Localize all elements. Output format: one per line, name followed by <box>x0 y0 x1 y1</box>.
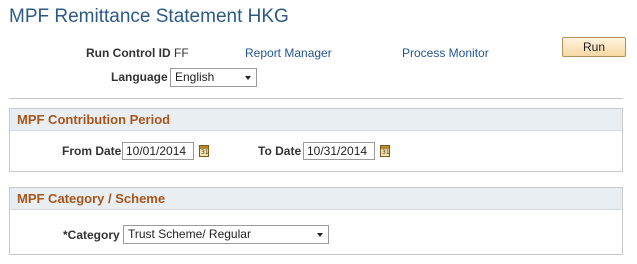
calendar-icon[interactable]: 31 <box>380 145 390 157</box>
run-button-label: Run <box>582 40 605 54</box>
report-manager-link[interactable]: Report Manager <box>245 46 332 60</box>
run-control-id-value: FF <box>174 46 189 60</box>
divider <box>9 98 623 99</box>
contribution-period-header: MPF Contribution Period <box>10 109 622 131</box>
from-date-input[interactable]: 10/01/2014 <box>122 142 194 160</box>
calendar-icon[interactable]: 31 <box>199 145 209 157</box>
category-select-value: Trust Scheme/ Regular <box>128 227 251 241</box>
chevron-down-icon <box>245 76 251 80</box>
to-date-input[interactable]: 10/31/2014 <box>303 142 375 160</box>
contribution-period-group: MPF Contribution Period <box>9 108 623 172</box>
calendar-icon-glyph: 31 <box>382 149 390 156</box>
chevron-down-icon <box>317 233 323 237</box>
language-select[interactable]: English <box>170 68 257 87</box>
category-label: *Category <box>63 228 120 242</box>
contribution-period-title: MPF Contribution Period <box>17 112 171 127</box>
run-button[interactable]: Run <box>562 37 626 57</box>
run-control-id-label: Run Control ID <box>86 46 171 60</box>
from-date-label: From Date <box>62 144 122 158</box>
category-scheme-title: MPF Category / Scheme <box>17 191 166 206</box>
language-select-value: English <box>175 70 215 84</box>
to-date-label: To Date <box>258 144 302 158</box>
category-select[interactable]: Trust Scheme/ Regular <box>123 225 329 244</box>
category-scheme-header: MPF Category / Scheme <box>10 188 622 210</box>
category-scheme-group: MPF Category / Scheme <box>9 187 623 255</box>
language-label: Language <box>111 70 168 84</box>
page-title: MPF Remittance Statement HKG <box>9 6 289 27</box>
calendar-icon-glyph: 31 <box>201 149 209 156</box>
process-monitor-link[interactable]: Process Monitor <box>402 46 489 60</box>
